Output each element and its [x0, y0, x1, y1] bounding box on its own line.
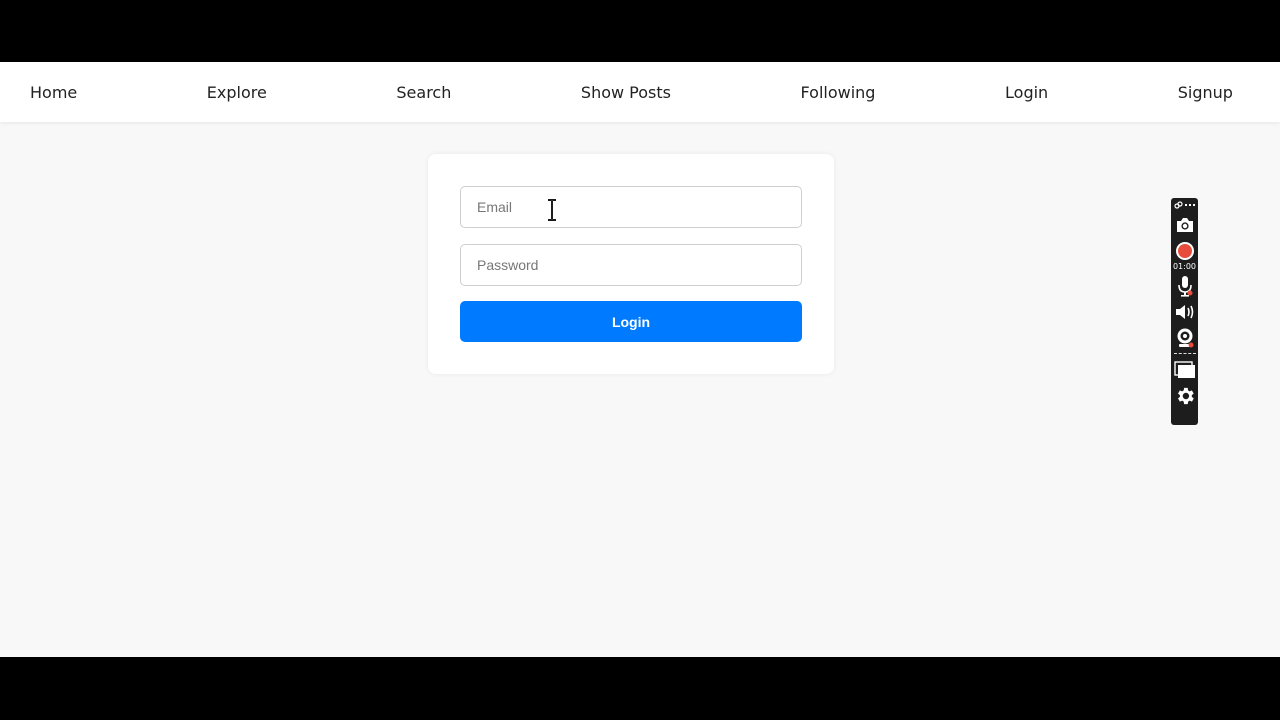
more-icon[interactable]	[1185, 203, 1195, 207]
recorder-divider	[1173, 353, 1196, 354]
microphone-icon	[1177, 276, 1192, 297]
webcam-icon	[1177, 328, 1193, 348]
gear-icon	[1177, 387, 1194, 405]
nav-home-link[interactable]: Home	[30, 83, 77, 102]
top-navbar: Home Explore Search Show Posts Following…	[0, 62, 1280, 122]
microphone-button[interactable]	[1173, 273, 1197, 299]
link-icon[interactable]	[1174, 201, 1183, 209]
recorder-settings-button[interactable]	[1173, 383, 1197, 409]
camera-icon	[1176, 218, 1193, 232]
letterbox-bottom	[0, 657, 1280, 720]
recorder-header	[1171, 198, 1198, 212]
window-icon	[1173, 361, 1195, 378]
nav-signup-link[interactable]: Signup	[1178, 83, 1233, 102]
recording-timer: 01:00	[1172, 262, 1197, 271]
nav-explore-link[interactable]: Explore	[207, 83, 267, 102]
speaker-icon	[1175, 305, 1193, 319]
browser-viewport: Home Explore Search Show Posts Following…	[0, 62, 1280, 657]
system-audio-button[interactable]	[1173, 299, 1197, 325]
record-icon	[1175, 242, 1194, 260]
capture-window-button[interactable]	[1173, 357, 1197, 383]
screen-recorder-toolbar: 01:00	[1171, 198, 1198, 425]
screenshot-button[interactable]	[1173, 212, 1197, 238]
nav-following-link[interactable]: Following	[801, 83, 876, 102]
login-card: Login	[428, 154, 834, 374]
login-button[interactable]: Login	[460, 301, 802, 342]
letterbox-top	[0, 0, 1280, 62]
record-button[interactable]	[1173, 238, 1197, 264]
password-field[interactable]	[460, 244, 802, 286]
nav-login-link[interactable]: Login	[1005, 83, 1048, 102]
email-field[interactable]	[460, 186, 802, 228]
webcam-button[interactable]	[1173, 325, 1197, 351]
nav-show-posts-link[interactable]: Show Posts	[581, 83, 671, 102]
nav-search-link[interactable]: Search	[396, 83, 451, 102]
